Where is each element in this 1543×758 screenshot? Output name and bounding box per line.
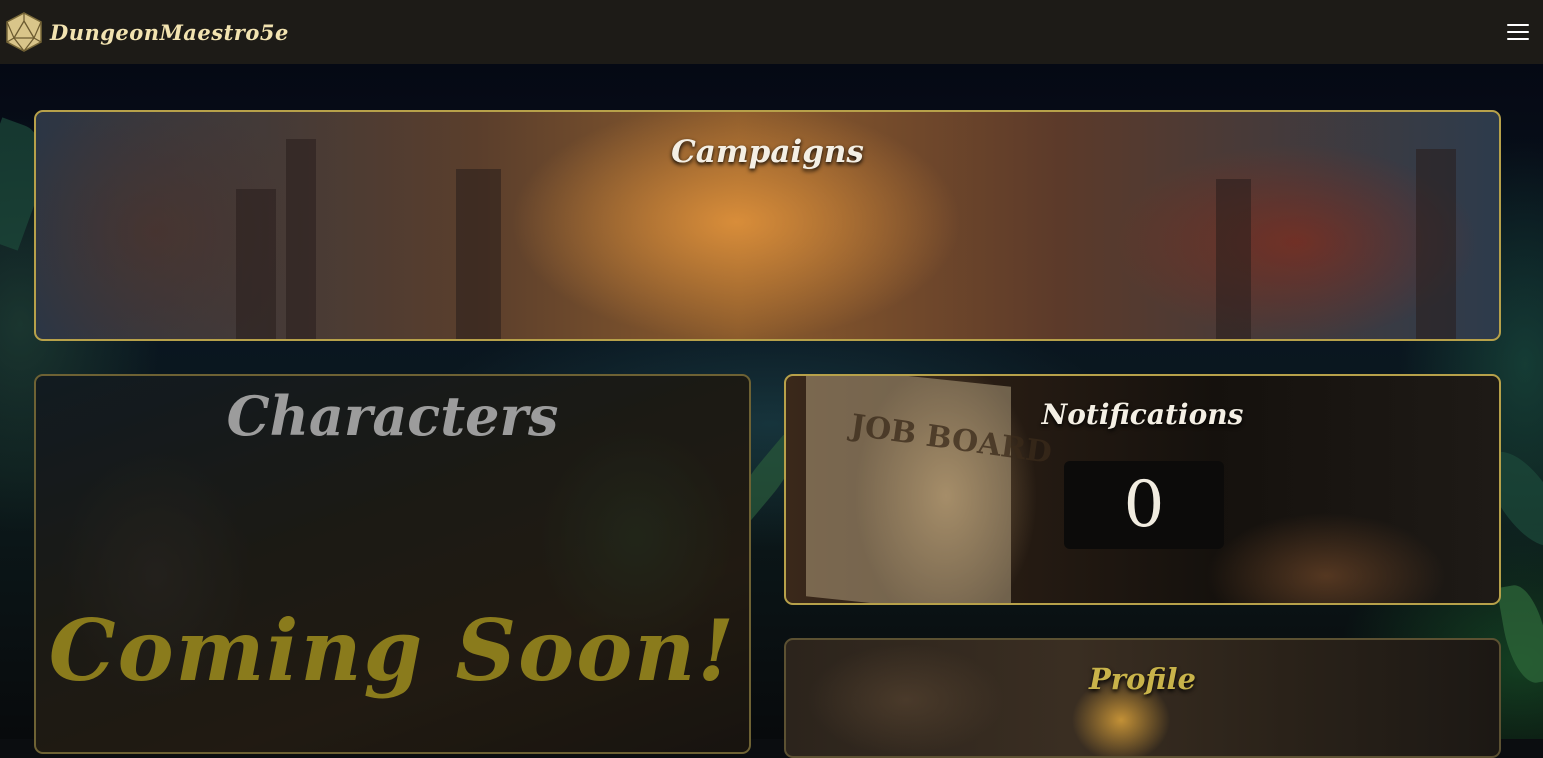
notifications-title: Notifications [1041, 398, 1244, 431]
brand-name: DungeonMaestro5e [50, 19, 289, 45]
leaf-decoration [1496, 581, 1543, 687]
d20-icon [6, 12, 42, 52]
coming-soon-label: Coming Soon! [48, 601, 737, 700]
notifications-card[interactable]: JOB BOARD Notifications 0 [784, 374, 1501, 605]
profile-title: Profile [1089, 662, 1196, 696]
characters-title: Characters [226, 384, 559, 448]
background-art [236, 189, 276, 339]
background-art [456, 169, 501, 339]
profile-card[interactable]: Profile [784, 638, 1501, 758]
notification-count: 0 [1123, 468, 1165, 542]
hamburger-menu-icon[interactable] [1507, 24, 1529, 40]
notification-count-box: 0 [1064, 461, 1224, 549]
characters-card: Characters Coming Soon! [34, 374, 751, 754]
background-art [1216, 179, 1251, 339]
top-navbar: DungeonMaestro5e [0, 0, 1543, 64]
campaigns-title: Campaigns [671, 134, 864, 170]
brand-link[interactable]: DungeonMaestro5e [4, 11, 289, 53]
background-art [1416, 149, 1456, 339]
campaigns-card[interactable]: Campaigns [34, 110, 1501, 341]
